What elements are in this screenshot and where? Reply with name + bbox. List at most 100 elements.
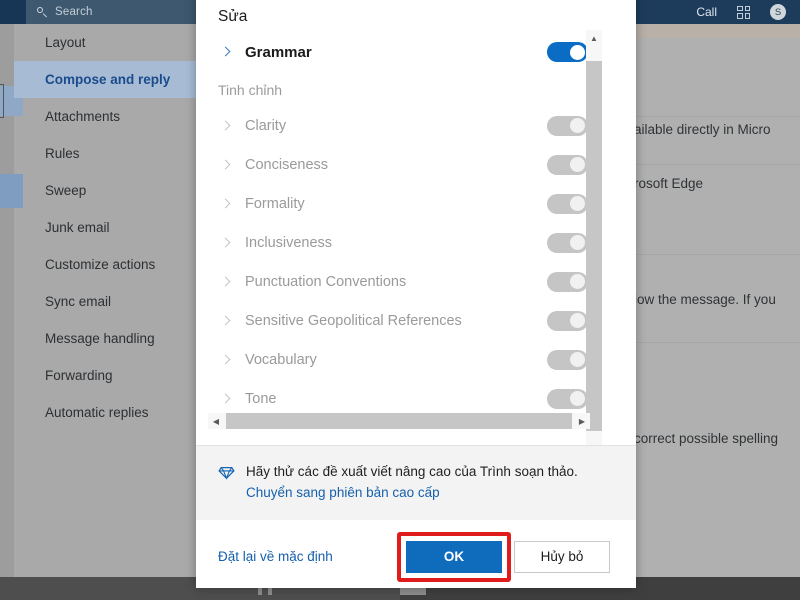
background-text-line: low the message. If you — [634, 292, 776, 307]
sidebar-item-label: Forwarding — [45, 368, 113, 383]
app-grid-icon[interactable] — [737, 5, 750, 19]
toggle-knob — [570, 235, 585, 250]
diamond-icon — [218, 464, 235, 486]
option-label: Grammar — [245, 43, 312, 61]
options-horizontal-scrollbar[interactable]: ◀ ▶ — [208, 413, 590, 429]
promo-text: Hãy thử các đề xuất viết nâng cao của Tr… — [246, 462, 606, 504]
sidebar-item-junk-email[interactable]: Junk email — [14, 209, 198, 246]
search-placeholder: Search — [55, 6, 93, 18]
option-row-punctuation-conventions[interactable]: Punctuation Conventions — [196, 262, 596, 301]
sidebar-focus-outline — [0, 84, 4, 118]
options-group-heading: Tinh chỉnh — [218, 82, 283, 98]
option-row-sensitive-geopolitical-references[interactable]: Sensitive Geopolitical References — [196, 301, 596, 340]
chevron-right-icon[interactable] — [218, 157, 234, 173]
option-toggle[interactable] — [547, 310, 588, 331]
option-row-inclusiveness[interactable]: Inclusiveness — [196, 223, 596, 262]
sidebar-item-sweep[interactable]: Sweep — [14, 172, 198, 209]
chevron-right-icon[interactable] — [218, 235, 234, 251]
option-toggle[interactable] — [547, 388, 588, 409]
option-label: Inclusiveness — [245, 234, 333, 251]
dialog-button-group: OK Hủy bỏ — [397, 531, 610, 582]
toggle-knob — [570, 352, 585, 367]
sidebar-item-label: Layout — [45, 35, 86, 50]
toggle-knob — [570, 196, 585, 211]
editor-settings-dialog: Sửa Grammar Tinh chỉnh Clarity Concisenes… — [196, 0, 636, 588]
search-icon — [37, 6, 48, 18]
top-bar-right-cluster: Call S — [696, 0, 800, 24]
screen-root: Layout Compose and reply Attachments Rules S… — [0, 0, 800, 600]
option-row-grammar[interactable]: Grammar — [196, 30, 596, 74]
cancel-button[interactable]: Hủy bỏ — [514, 540, 610, 573]
sidebar-item-message-handling[interactable]: Message handling — [14, 320, 198, 357]
chevron-right-icon[interactable] — [218, 391, 234, 407]
vertical-scrollbar-thumb[interactable] — [586, 61, 602, 431]
chevron-right-icon[interactable] — [218, 352, 234, 368]
avatar[interactable]: S — [770, 4, 786, 20]
sidebar-item-label: Sweep — [45, 183, 87, 198]
sidebar-item-layout[interactable]: Layout — [14, 24, 198, 61]
options-vertical-scrollbar[interactable]: ▲ ▼ — [586, 30, 602, 445]
chevron-right-icon[interactable] — [218, 274, 234, 290]
chevron-right-icon[interactable] — [218, 313, 234, 329]
call-label[interactable]: Call — [696, 5, 717, 19]
global-search-box[interactable]: Search — [26, 0, 198, 24]
grammar-toggle[interactable] — [547, 42, 588, 62]
option-toggle[interactable] — [547, 349, 588, 370]
option-row-formality[interactable]: Formality — [196, 184, 596, 223]
option-toggle[interactable] — [547, 154, 588, 175]
chevron-right-icon[interactable] — [218, 118, 234, 134]
scroll-up-arrow-icon[interactable]: ▲ — [586, 30, 602, 46]
sidebar-item-automatic-replies[interactable]: Automatic replies — [14, 394, 198, 431]
upgrade-link[interactable]: Chuyển sang phiên bản cao cấp — [246, 485, 440, 500]
sidebar-item-customize-actions[interactable]: Customize actions — [14, 246, 198, 283]
option-toggle[interactable] — [547, 232, 588, 253]
option-row-vocabulary[interactable]: Vocabulary — [196, 340, 596, 379]
sidebar-item-attachments[interactable]: Attachments — [14, 98, 198, 135]
sidebar-item-forwarding[interactable]: Forwarding — [14, 357, 198, 394]
premium-promo-banner: Hãy thử các đề xuất viết nâng cao của Tr… — [196, 446, 636, 520]
ok-button[interactable]: OK — [406, 540, 502, 573]
option-row-clarity[interactable]: Clarity — [196, 106, 596, 145]
toggle-knob — [570, 274, 585, 289]
toggle-knob — [570, 391, 585, 406]
sidebar-item-rules[interactable]: Rules — [14, 135, 198, 172]
taskbar-icon[interactable] — [400, 588, 426, 595]
option-toggle[interactable] — [547, 193, 588, 214]
option-label: Sensitive Geopolitical References — [245, 312, 462, 329]
sidebar-item-label: Customize actions — [45, 257, 156, 272]
settings-nav-list: Layout Compose and reply Attachments Rules S… — [14, 24, 198, 431]
option-label: Conciseness — [245, 156, 329, 173]
sidebar-item-label: Automatic replies — [45, 405, 149, 420]
background-text-line: rosoft Edge — [634, 176, 704, 191]
sidebar-item-label: Junk email — [45, 220, 110, 235]
sidebar-item-label: Message handling — [45, 331, 155, 346]
option-toggle[interactable] — [547, 271, 588, 292]
toggle-knob — [570, 44, 585, 60]
toggle-knob — [570, 118, 585, 133]
option-label: Clarity — [245, 117, 287, 134]
app-logo-block — [0, 0, 26, 24]
chevron-right-icon[interactable] — [218, 44, 234, 60]
sidebar-item-label: Rules — [45, 146, 80, 161]
horizontal-scrollbar-thumb[interactable] — [226, 413, 572, 429]
option-label: Formality — [245, 195, 305, 212]
promo-message: Hãy thử các đề xuất viết nâng cao của Tr… — [246, 464, 578, 479]
scroll-right-arrow-icon[interactable]: ▶ — [574, 413, 590, 429]
sidebar-item-label: Attachments — [45, 109, 121, 124]
option-label: Tone — [245, 390, 277, 407]
dialog-action-bar: Đặt lại về mặc định OK Hủy bỏ — [196, 519, 636, 588]
dialog-title: Sửa — [218, 8, 248, 25]
sidebar-item-sync-email[interactable]: Sync email — [14, 283, 198, 320]
options-scroll-area: Grammar Tinh chỉnh Clarity Conciseness For… — [196, 30, 596, 430]
reset-defaults-link[interactable]: Đặt lại về mặc định — [218, 549, 333, 564]
refinement-options-list: Clarity Conciseness Formality Inclusiveness… — [196, 106, 596, 418]
option-toggle[interactable] — [547, 115, 588, 136]
toggle-knob — [570, 313, 585, 328]
chevron-right-icon[interactable] — [218, 196, 234, 212]
sidebar-item-label: Sync email — [45, 294, 112, 309]
sidebar-item-compose-and-reply[interactable]: Compose and reply — [14, 61, 198, 98]
scroll-left-arrow-icon[interactable]: ◀ — [208, 413, 224, 429]
option-label: Vocabulary — [245, 351, 317, 368]
dialog-body: Grammar Tinh chỉnh Clarity Conciseness For… — [196, 30, 636, 445]
option-row-conciseness[interactable]: Conciseness — [196, 145, 596, 184]
